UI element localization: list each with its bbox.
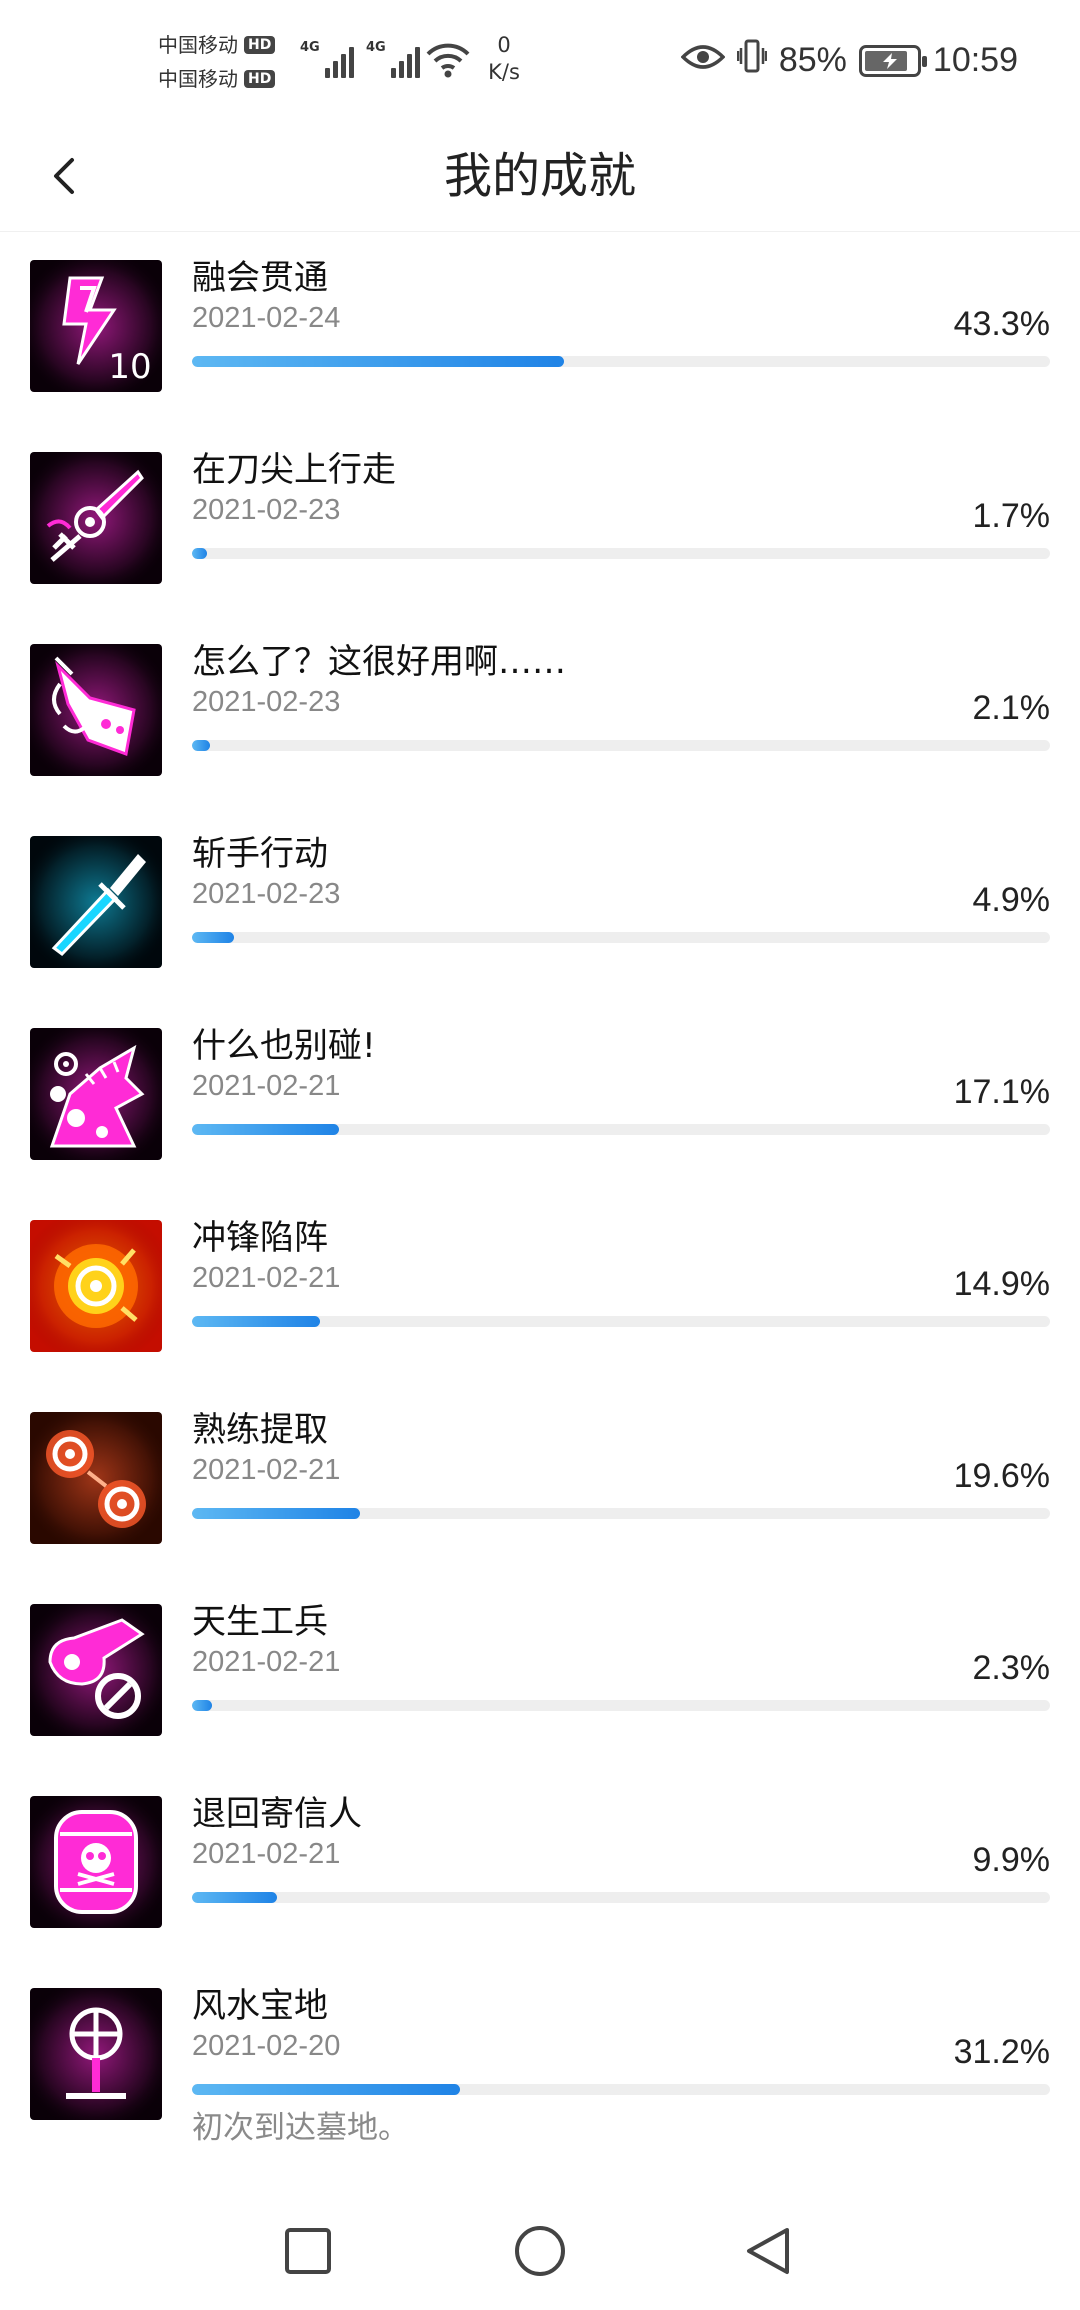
achievement-name: 融会贯通 (192, 258, 328, 298)
achievement-name: 怎么了？这很好用啊…… (192, 642, 566, 682)
achievement-item[interactable]: 什么也别碰! 2021-02-21 17.1% (0, 1000, 1080, 1192)
progress-fill (192, 1700, 212, 1711)
achievement-date: 2021-02-23 (192, 686, 341, 718)
progress-bar (192, 1124, 1050, 1135)
skull-barrel-icon (30, 1796, 162, 1928)
hd-badge: HD (244, 36, 276, 54)
recents-button[interactable] (273, 2216, 343, 2286)
progress-bar (192, 548, 1050, 559)
carrier-info: 中国移动 HD 中国移动 HD (158, 28, 276, 96)
signal-icon: 4G (366, 40, 420, 78)
progress-fill (192, 740, 211, 751)
achievement-percent: 1.7% (972, 497, 1051, 535)
achievement-date: 2021-02-21 (192, 1838, 341, 1870)
achievement-list: 10 融会贯通 2021-02-24 43.3% 在刀尖上行走 2021-02-23 1.… (0, 232, 1080, 2210)
achievement-percent: 19.6% (953, 1457, 1050, 1495)
achievement-percent: 2.3% (972, 1649, 1051, 1687)
vibrate-icon (736, 38, 768, 83)
lightning-icon: 10 (30, 260, 162, 392)
achievement-date: 2021-02-23 (192, 494, 341, 526)
progress-bar (192, 1892, 1050, 1903)
triangle-back-icon (747, 2228, 789, 2274)
achievement-name: 熟练提取 (192, 1410, 328, 1450)
hd-badge: HD (244, 70, 276, 88)
progress-fill (192, 1124, 339, 1135)
fire-target-icon (30, 1220, 162, 1352)
wifi-icon (426, 40, 470, 80)
achievement-item[interactable]: 在刀尖上行走 2021-02-23 1.7% (0, 424, 1080, 616)
achievement-percent: 14.9% (953, 1265, 1050, 1303)
achievement-name: 在刀尖上行走 (192, 450, 396, 490)
battery-icon (858, 44, 927, 77)
achievement-item[interactable]: 怎么了？这很好用啊…… 2021-02-23 2.1% (0, 616, 1080, 808)
progress-bar (192, 1316, 1050, 1327)
achievement-item[interactable]: 风水宝地 2021-02-20 31.2% 初次到达墓地。 (0, 1960, 1080, 2210)
achievement-percent: 9.9% (972, 1841, 1051, 1879)
progress-bar (192, 740, 1050, 751)
achievement-date: 2021-02-24 (192, 302, 341, 334)
eye-icon (680, 41, 726, 80)
double-target-icon (30, 1412, 162, 1544)
progress-bar (192, 356, 1050, 367)
system-nav-bar (0, 2192, 1080, 2310)
achievement-item[interactable]: 斩手行动 2021-02-23 4.9% (0, 808, 1080, 1000)
achievement-percent: 43.3% (953, 305, 1050, 343)
wrench-icon (30, 1604, 162, 1736)
clock: 10:59 (932, 41, 1018, 79)
progress-fill (192, 1508, 361, 1519)
achievement-date: 2021-02-23 (192, 878, 341, 910)
progress-fill (192, 356, 564, 367)
square-icon (285, 2228, 331, 2274)
achievement-item[interactable]: 熟练提取 2021-02-21 19.6% (0, 1384, 1080, 1576)
progress-fill (192, 1316, 320, 1327)
achievement-item[interactable]: 天生工兵 2021-02-21 2.3% (0, 1576, 1080, 1768)
achievement-percent: 17.1% (953, 1073, 1050, 1111)
achievement-description: 初次到达墓地。 (192, 2110, 409, 2146)
knife-rose-icon (30, 452, 162, 584)
battery-percent: 85% (778, 41, 847, 79)
achievement-item[interactable]: 10 融会贯通 2021-02-24 43.3% (0, 232, 1080, 424)
progress-bar (192, 1508, 1050, 1519)
achievement-name: 风水宝地 (192, 1986, 328, 2026)
achievement-name: 斩手行动 (192, 834, 328, 874)
achievement-name: 天生工兵 (192, 1602, 328, 1642)
svg-text:10: 10 (108, 347, 151, 387)
progress-fill (192, 932, 235, 943)
back-nav-button[interactable] (733, 2216, 803, 2286)
blade-icon (30, 836, 162, 968)
carrier-name-2: 中国移动 (158, 67, 238, 91)
creature-icon (30, 1028, 162, 1160)
blaster-icon (30, 644, 162, 776)
achievement-date: 2021-02-20 (192, 2030, 341, 2062)
achievement-percent: 4.9% (972, 881, 1051, 919)
achievement-name: 退回寄信人 (192, 1794, 362, 1834)
circle-icon (515, 2226, 565, 2276)
page-title: 我的成就 (443, 148, 636, 204)
progress-bar (192, 1700, 1050, 1711)
achievement-name: 冲锋陷阵 (192, 1218, 328, 1258)
achievement-percent: 31.2% (953, 2033, 1050, 2071)
achievement-date: 2021-02-21 (192, 1646, 341, 1678)
achievement-date: 2021-02-21 (192, 1454, 341, 1486)
achievement-percent: 2.1% (972, 689, 1051, 727)
carrier-name-1: 中国移动 (158, 33, 238, 57)
achievement-item[interactable]: 冲锋陷阵 2021-02-21 14.9% (0, 1192, 1080, 1384)
progress-fill (192, 1892, 277, 1903)
progress-fill (192, 2084, 460, 2095)
signal-icon: 4G (300, 40, 354, 78)
app-header: 我的成就 (0, 120, 1080, 232)
achievement-name: 什么也别碰! (192, 1026, 376, 1066)
status-bar: 中国移动 HD 中国移动 HD 4G 4G 0 K/s 85% 10:59 (0, 0, 1080, 120)
grave-cross-icon (30, 1988, 162, 2120)
progress-bar (192, 2084, 1050, 2095)
progress-fill (192, 548, 207, 559)
home-button[interactable] (505, 2216, 575, 2286)
progress-bar (192, 932, 1050, 943)
achievement-date: 2021-02-21 (192, 1262, 341, 1294)
achievement-item[interactable]: 退回寄信人 2021-02-21 9.9% (0, 1768, 1080, 1960)
speed-value: 0 (497, 33, 511, 57)
network-speed: 0 K/s (484, 32, 524, 86)
achievement-date: 2021-02-21 (192, 1070, 341, 1102)
speed-unit: K/s (488, 60, 520, 84)
